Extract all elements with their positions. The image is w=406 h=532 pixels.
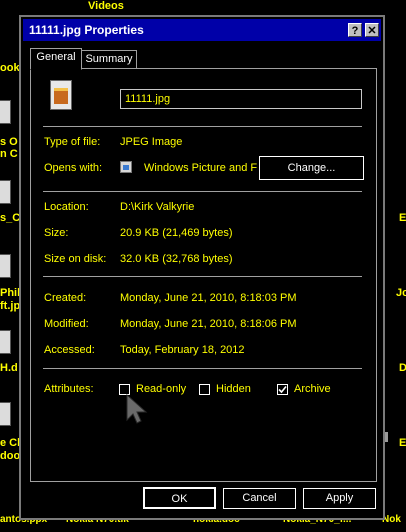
checkmark-icon xyxy=(278,385,287,394)
desktop-label[interactable]: s_C xyxy=(0,212,20,224)
desktop-file-icon[interactable] xyxy=(0,330,11,354)
hidden-checkbox[interactable] xyxy=(199,384,210,395)
file-name-field[interactable]: 11111.jpg xyxy=(120,89,362,109)
desktop-label[interactable]: s O xyxy=(0,136,18,148)
tab-summary[interactable]: Summary xyxy=(81,50,137,69)
desktop-label[interactable]: Jc xyxy=(396,287,406,299)
location-label: Location: xyxy=(44,201,89,213)
desktop-label[interactable]: D xyxy=(399,362,406,374)
accessed-label: Accessed: xyxy=(44,344,95,356)
desktop-file-icon[interactable] xyxy=(0,180,11,204)
desktop-file-icon[interactable] xyxy=(0,100,11,124)
image-icon xyxy=(54,88,68,104)
desktop-label[interactable]: E xyxy=(399,212,406,224)
separator xyxy=(43,368,362,369)
title-bar[interactable]: 11111.jpg Properties ? ✕ xyxy=(23,19,381,41)
attributes-label: Attributes: xyxy=(44,383,94,395)
properties-window: 11111.jpg Properties ? ✕ General Summary… xyxy=(19,15,385,520)
cancel-button[interactable]: Cancel xyxy=(223,488,296,509)
created-value: Monday, June 21, 2010, 8:18:03 PM xyxy=(120,292,297,304)
window-title: 11111.jpg Properties xyxy=(29,23,144,37)
apply-button[interactable]: Apply xyxy=(303,488,376,509)
mouse-pointer-icon xyxy=(126,393,148,424)
help-button[interactable]: ? xyxy=(348,23,362,37)
location-value: D:\Kirk Valkyrie xyxy=(120,201,195,213)
separator xyxy=(43,276,362,277)
opens-with-value: Windows Picture and F xyxy=(144,162,257,174)
opens-with-label: Opens with: xyxy=(44,162,103,174)
desktop-file-icon[interactable] xyxy=(0,254,11,278)
change-button[interactable]: Change... xyxy=(259,156,364,180)
type-label: Type of file: xyxy=(44,136,101,148)
separator xyxy=(43,191,362,192)
size-on-disk-label: Size on disk: xyxy=(44,253,107,265)
desktop-label-videos[interactable]: Videos xyxy=(88,0,124,12)
size-label: Size: xyxy=(44,227,69,239)
separator xyxy=(43,126,362,127)
ok-button[interactable]: OK xyxy=(143,487,216,509)
created-label: Created: xyxy=(44,292,87,304)
picture-viewer-icon-inner xyxy=(123,165,129,170)
modified-label: Modified: xyxy=(44,318,89,330)
desktop-label[interactable]: E xyxy=(399,437,406,449)
size-value: 20.9 KB (21,469 bytes) xyxy=(120,227,233,239)
accessed-value: Today, February 18, 2012 xyxy=(120,344,245,356)
close-button[interactable]: ✕ xyxy=(365,23,379,37)
hidden-label[interactable]: Hidden xyxy=(216,383,251,395)
desktop-file-icon[interactable] xyxy=(0,402,11,426)
desktop-label[interactable]: ook xyxy=(0,62,20,74)
archive-checkbox[interactable] xyxy=(277,384,288,395)
desktop-label[interactable]: ft.jp xyxy=(0,300,20,312)
desktop-label[interactable]: H.d xyxy=(0,362,18,374)
desktop-label[interactable]: doo xyxy=(0,450,20,462)
desktop-label[interactable]: e Cl xyxy=(0,437,20,449)
tab-general[interactable]: General xyxy=(30,48,82,70)
size-on-disk-value: 32.0 KB (32,768 bytes) xyxy=(120,253,233,265)
archive-label[interactable]: Archive xyxy=(294,383,331,395)
picture-viewer-icon xyxy=(120,161,132,173)
modified-value: Monday, June 21, 2010, 8:18:06 PM xyxy=(120,318,297,330)
desktop-label[interactable]: n C xyxy=(0,148,18,160)
type-value: JPEG Image xyxy=(120,136,183,148)
general-panel xyxy=(30,68,377,482)
jpeg-file-icon xyxy=(50,80,72,110)
